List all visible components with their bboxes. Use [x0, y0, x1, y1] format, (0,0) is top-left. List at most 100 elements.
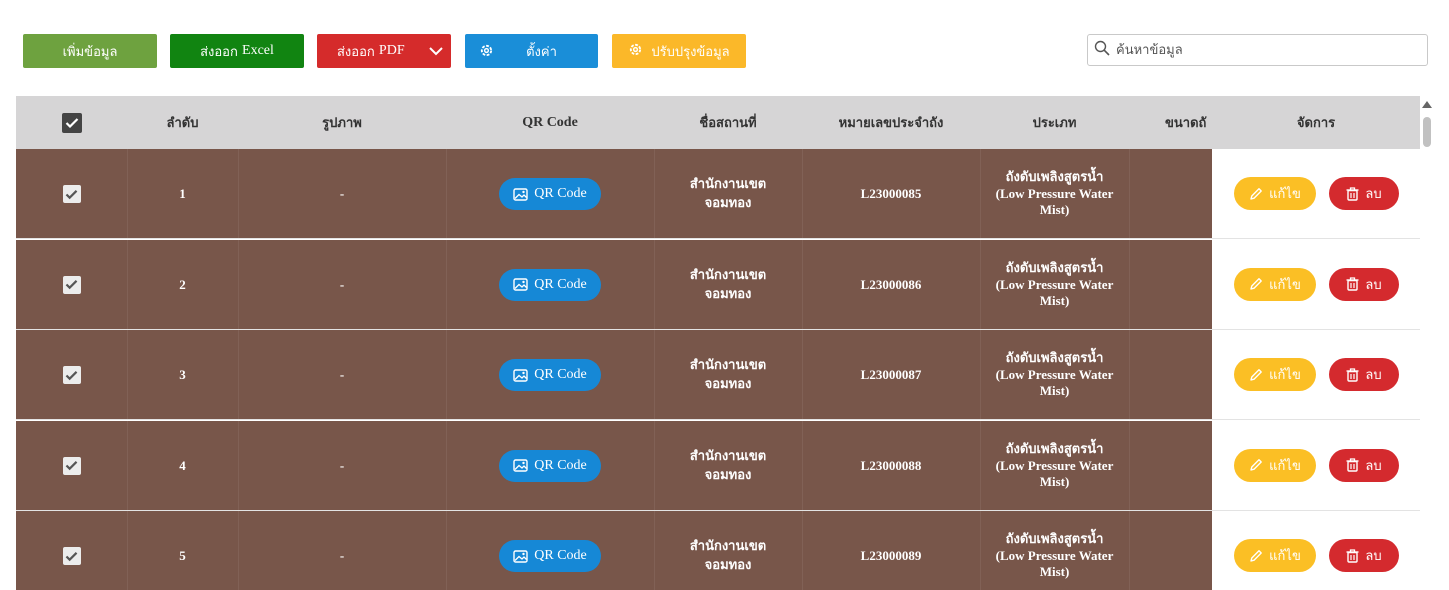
edit-button[interactable]: แก้ไข — [1234, 267, 1316, 301]
header-qr[interactable]: QR Code — [446, 96, 654, 149]
checkmark-icon[interactable] — [62, 185, 81, 203]
header-type[interactable]: ประเภท — [980, 96, 1129, 149]
row-tank-no: L23000088 — [860, 457, 922, 473]
qr-code-button[interactable]: QR Code — [499, 178, 601, 210]
row-select[interactable] — [16, 149, 127, 239]
delete-label: ลบ — [1365, 549, 1382, 564]
delete-button[interactable]: ลบ — [1329, 539, 1399, 572]
edit-label: แก้ไข — [1269, 368, 1301, 383]
row-tank-no: L23000089 — [860, 548, 922, 563]
qr-code-label: QR Code — [534, 367, 587, 382]
type-line-1: ถังดับเพลิงสูตรน้ำ — [1005, 441, 1104, 457]
qr-code-label: QR Code — [534, 186, 587, 201]
data-table: ลำดับ รูปภาพ QR Code ชื่อสถานที่ หมายเลข… — [16, 96, 1420, 590]
row-order: 4 — [179, 457, 186, 473]
row-size — [1129, 149, 1212, 239]
delete-button[interactable]: ลบ — [1329, 448, 1399, 482]
row-order: 5 — [179, 548, 186, 563]
scroll-thumb[interactable] — [1423, 117, 1431, 147]
place-line-2: จอมทอง — [704, 286, 752, 302]
toolbar: เพิ่มข้อมูล ส่งออก Excel ส่งออก PDF ตั้ง… — [0, 0, 1449, 96]
qr-code-button[interactable]: QR Code — [499, 268, 601, 301]
gear-icon — [628, 42, 643, 61]
delete-label: ลบ — [1365, 187, 1382, 202]
edit-label: แก้ไข — [1269, 458, 1301, 474]
delete-button[interactable]: ลบ — [1329, 358, 1399, 391]
settings-button[interactable]: ตั้งค่า — [465, 34, 598, 68]
qr-code-button[interactable]: QR Code — [499, 449, 601, 482]
vertical-scrollbar[interactable] — [1420, 96, 1436, 590]
export-excel-button[interactable]: ส่งออก Excel — [170, 34, 304, 68]
gear-icon — [479, 43, 494, 62]
row-type: ถังดับเพลิงสูตรน้ำ (Low Pressure Water M… — [980, 330, 1129, 420]
search-input[interactable] — [1114, 41, 1418, 59]
place-line-2: จอมทอง — [704, 558, 752, 573]
export-excel-prefix: ส่งออก — [200, 44, 238, 60]
header-place[interactable]: ชื่อสถานที่ — [654, 96, 802, 149]
qr-code-button[interactable]: QR Code — [499, 540, 601, 572]
header-size[interactable]: ขนาดถั — [1129, 96, 1212, 149]
row-select[interactable] — [16, 240, 127, 330]
delete-button[interactable]: ลบ — [1329, 177, 1399, 210]
place-line-2: จอมทอง — [704, 467, 752, 483]
header-image[interactable]: รูปภาพ — [238, 96, 446, 149]
scroll-up-arrow[interactable] — [1422, 101, 1432, 108]
row-select[interactable] — [16, 511, 127, 590]
add-data-button[interactable]: เพิ่มข้อมูล — [23, 34, 157, 68]
type-line-1: ถังดับเพลิงสูตรน้ำ — [1005, 260, 1104, 276]
row-image: - — [339, 457, 345, 473]
row-type: ถังดับเพลิงสูตรน้ำ (Low Pressure Water M… — [980, 421, 1129, 511]
row-select[interactable] — [16, 421, 127, 511]
image-icon — [513, 549, 528, 563]
table-row: 2 - QR Code สำนักงานเขต จอมทอง L23000086… — [16, 239, 1420, 330]
row-tank-no: L23000086 — [860, 276, 922, 292]
header-select-all[interactable] — [16, 96, 127, 149]
qr-code-button[interactable]: QR Code — [499, 359, 601, 391]
export-pdf-button[interactable]: ส่งออก PDF — [317, 34, 451, 68]
update-data-button[interactable]: ปรับปรุงข้อมูล — [612, 34, 746, 68]
row-type: ถังดับเพลิงสูตรน้ำ (Low Pressure Water M… — [980, 511, 1129, 590]
type-line-3: Mist) — [1039, 473, 1070, 489]
row-place: สำนักงานเขต จอมทอง — [654, 240, 802, 330]
row-image: - — [339, 367, 345, 382]
edit-label: แก้ไข — [1269, 187, 1301, 202]
header-tank-no[interactable]: หมายเลขประจำถัง — [802, 96, 980, 149]
chevron-down-icon[interactable] — [423, 34, 449, 68]
pencil-icon — [1250, 549, 1263, 562]
settings-label: ตั้งค่า — [526, 44, 557, 60]
delete-button[interactable]: ลบ — [1329, 267, 1399, 301]
table-row: 3 - QR Code สำนักงานเขต จอมทอง L23000087… — [16, 330, 1420, 420]
edit-button[interactable]: แก้ไข — [1234, 448, 1316, 482]
type-line-2: (Low Pressure Water — [995, 548, 1114, 563]
row-qr-cell: QR Code — [446, 511, 654, 590]
search-box[interactable] — [1087, 34, 1428, 66]
search-icon — [1094, 40, 1110, 61]
checkmark-icon[interactable] — [62, 275, 81, 294]
checkmark-icon[interactable] — [62, 456, 81, 475]
add-data-label: เพิ่มข้อมูล — [62, 44, 118, 60]
edit-button[interactable]: แก้ไข — [1234, 539, 1316, 572]
checkmark-icon[interactable] — [62, 547, 81, 565]
image-icon — [513, 459, 528, 472]
header-order[interactable]: ลำดับ — [127, 96, 238, 149]
row-select[interactable] — [16, 330, 127, 420]
row-qr-cell: QR Code — [446, 421, 654, 511]
edit-button[interactable]: แก้ไข — [1234, 177, 1316, 210]
row-tank-no: L23000087 — [860, 367, 922, 382]
row-place: สำนักงานเขต จอมทอง — [654, 330, 802, 420]
row-place: สำนักงานเขต จอมทอง — [654, 149, 802, 239]
update-data-label: ปรับปรุงข้อมูล — [651, 44, 730, 60]
row-size — [1129, 330, 1212, 420]
place-line-2: จอมทอง — [704, 196, 752, 211]
row-order: 2 — [179, 276, 186, 292]
pencil-icon — [1250, 459, 1263, 471]
checkmark-icon[interactable] — [61, 112, 82, 133]
pencil-icon — [1250, 368, 1263, 381]
place-line-1: สำนักงานเขต — [689, 358, 767, 373]
image-icon — [513, 187, 528, 201]
place-line-1: สำนักงานเขต — [689, 539, 767, 554]
delete-label: ลบ — [1365, 277, 1382, 293]
edit-button[interactable]: แก้ไข — [1234, 358, 1316, 391]
delete-label: ลบ — [1365, 458, 1382, 474]
checkmark-icon[interactable] — [62, 366, 81, 384]
